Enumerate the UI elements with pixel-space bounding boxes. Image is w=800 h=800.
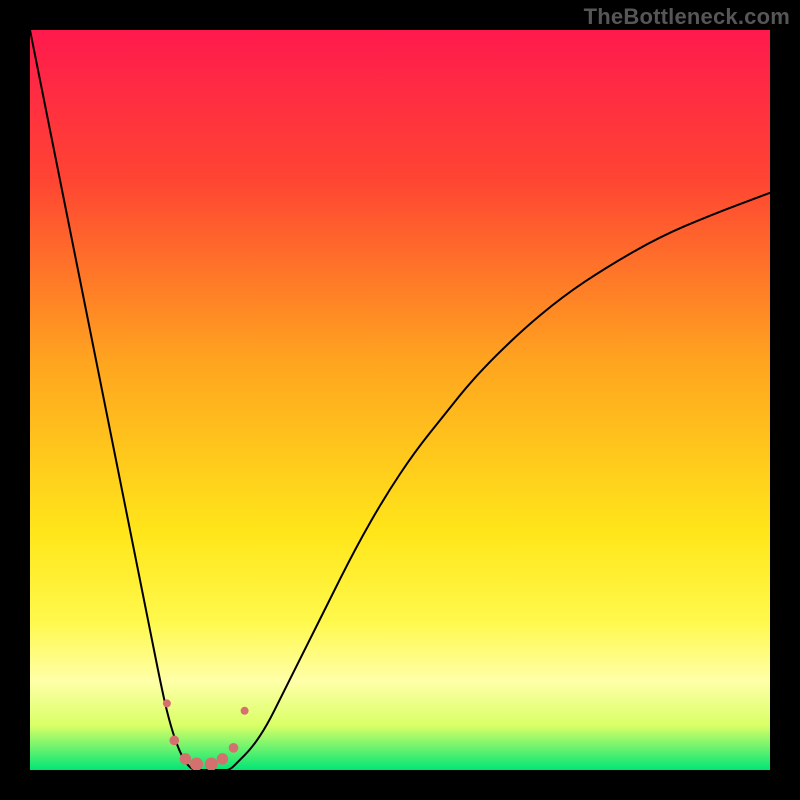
- band-marker: [229, 743, 239, 753]
- watermark-text: TheBottleneck.com: [584, 4, 790, 30]
- band-marker: [241, 707, 249, 715]
- chart-frame: TheBottleneck.com: [0, 0, 800, 800]
- band-marker: [163, 699, 171, 707]
- band-marker: [169, 736, 179, 746]
- bottleneck-chart: [30, 30, 770, 770]
- band-marker: [217, 753, 228, 764]
- plot-background: [30, 30, 770, 770]
- band-marker: [180, 753, 191, 764]
